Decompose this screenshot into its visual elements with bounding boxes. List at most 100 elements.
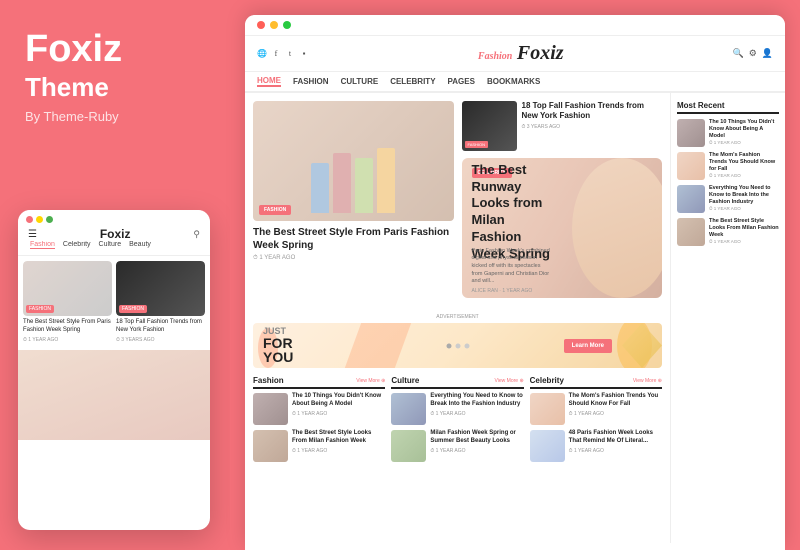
- sidebar-info-1: The 10 Things You Didn't Know About Bein…: [709, 119, 779, 147]
- mobile-dot-yellow: [36, 216, 43, 223]
- desktop-dot-red: [257, 21, 265, 29]
- desktop-logo-sub: Fashion: [478, 51, 512, 62]
- featured-tag: FASHION: [259, 205, 291, 215]
- section-fashion-title-2: The Best Street Style Looks From Milan F…: [292, 430, 385, 446]
- section-fashion-more[interactable]: View More ⊕: [356, 378, 385, 384]
- menu-home[interactable]: HOME: [257, 76, 281, 87]
- user-icon[interactable]: 👤: [762, 48, 773, 59]
- search-icon[interactable]: 🔍: [732, 48, 743, 59]
- sidebar-item-date-4: ⏱ 1 YEAR AGO: [709, 239, 779, 244]
- menu-celebrity[interactable]: CELEBRITY: [390, 77, 435, 86]
- globe-icon: 🌐: [257, 49, 267, 58]
- section-celebrity-info-1: The Mom's Fashion Trends You Should Know…: [569, 393, 662, 425]
- section-fashion-info-2: The Best Street Style Looks From Milan F…: [292, 430, 385, 462]
- mobile-content: FASHION The Best Street Style From Paris…: [18, 256, 210, 348]
- twitter-icon[interactable]: t: [285, 49, 295, 58]
- section-fashion-header: Fashion View More ⊕: [253, 376, 385, 389]
- desktop-social-icons: 🌐 f t ▪: [257, 49, 309, 58]
- ad-banner-text: JUST FOR YOU: [263, 327, 293, 364]
- right-panel: 🌐 f t ▪ Fashion Foxiz 🔍 ⚙ 👤 HOME FASHION…: [230, 0, 800, 550]
- sidebar-img-3: [677, 185, 705, 213]
- featured-right: FASHION 18 Top Fall Fashion Trends from …: [462, 101, 663, 306]
- mobile-card-1-title: The Best Street Style From Paris Fashion…: [23, 319, 112, 335]
- mobile-hamburger-icon[interactable]: ☰: [28, 229, 37, 240]
- mobile-nav-fashion[interactable]: Fashion: [30, 241, 55, 249]
- ad-label: ADVERTISEMENT: [253, 314, 662, 320]
- desktop-nav-actions: 🔍 ⚙ 👤: [732, 48, 773, 59]
- section-fashion-title-1: The 10 Things You Didn't Know About Bein…: [292, 393, 385, 409]
- section-celebrity-title-2: 48 Paris Fashion Week Looks That Remind …: [569, 430, 662, 446]
- mobile-card-1-date: ⏱ 1 YEAR AGO: [23, 337, 112, 343]
- sidebar-item-1: The 10 Things You Didn't Know About Bein…: [677, 119, 779, 147]
- secondary-date-1: ⏱ 3 YEARS AGO: [522, 124, 663, 130]
- desktop-nav: 🌐 f t ▪ Fashion Foxiz 🔍 ⚙ 👤: [245, 36, 785, 72]
- sidebar-item-title-4: The Best Street Style Looks From Milan F…: [709, 218, 779, 239]
- mobile-card-2-date: ⏱ 3 YEARS AGO: [116, 337, 205, 343]
- secondary-info-1: 18 Top Fall Fashion Trends from New York…: [522, 101, 663, 151]
- menu-pages[interactable]: PAGES: [448, 77, 475, 86]
- section-culture-title-1: Everything You Need to Know to Break Int…: [430, 393, 523, 409]
- section-culture-article-1: Everything You Need to Know to Break Int…: [391, 393, 523, 425]
- bottom-sections: Fashion View More ⊕ The 10 Things You Di…: [253, 376, 662, 467]
- desktop-menu-bar: HOME FASHION CULTURE CELEBRITY PAGES BOO…: [245, 72, 785, 93]
- sidebar-title: Most Recent: [677, 101, 779, 114]
- secondary-img-1: FASHION: [462, 101, 517, 151]
- sidebar-item-date-2: ⏱ 1 YEAR AGO: [709, 173, 779, 178]
- section-celebrity-date-1: ⏱ 1 YEAR AGO: [569, 411, 662, 417]
- brand-by: By Theme-Ruby: [25, 109, 119, 124]
- section-celebrity-more[interactable]: View More ⊕: [633, 378, 662, 384]
- ad-banner: JUST FOR YOU Learn More: [253, 323, 662, 368]
- section-culture-article-2: Milan Fashion Week Spring or Summer Best…: [391, 430, 523, 462]
- mobile-window-controls: [26, 216, 53, 223]
- mobile-dot-green: [46, 216, 53, 223]
- mobile-card-1-tag: FASHION: [26, 305, 54, 313]
- section-fashion-title: Fashion: [253, 376, 284, 385]
- settings-icon[interactable]: ⚙: [749, 48, 757, 59]
- sidebar-img-1: [677, 119, 705, 147]
- mobile-nav-celebrity[interactable]: Celebrity: [63, 241, 91, 249]
- section-fashion-img-2: [253, 430, 288, 462]
- section-celebrity-info-2: 48 Paris Fashion Week Looks That Remind …: [569, 430, 662, 462]
- sidebar-item-title-2: The Mom's Fashion Trends You Should Know…: [709, 152, 779, 173]
- section-fashion-date-1: ⏱ 1 YEAR AGO: [292, 411, 385, 417]
- desktop-dot-yellow: [270, 21, 278, 29]
- section-culture-img-2: [391, 430, 426, 462]
- section-fashion-info-1: The 10 Things You Didn't Know About Bein…: [292, 393, 385, 425]
- section-fashion: Fashion View More ⊕ The 10 Things You Di…: [253, 376, 385, 467]
- sidebar-info-3: Everything You Need to Know to Break Int…: [709, 185, 779, 213]
- section-culture: Culture View More ⊕ Everything You Need …: [391, 376, 523, 467]
- desktop-dot-green: [283, 21, 291, 29]
- hero-author: ALICE RAN · 1 YEAR AGO: [472, 288, 533, 294]
- sidebar-item-4: The Best Street Style Looks From Milan F…: [677, 218, 779, 246]
- mobile-nav-beauty[interactable]: Beauty: [129, 241, 151, 249]
- mobile-dot-red: [26, 216, 33, 223]
- desktop-logo: Fashion Foxiz: [315, 42, 726, 65]
- sidebar-img-2: [677, 152, 705, 180]
- secondary-title-1: 18 Top Fall Fashion Trends from New York…: [522, 101, 663, 122]
- mobile-card-1-img: FASHION: [23, 261, 112, 316]
- featured-left: FASHION The Best Street Style From Paris…: [253, 101, 454, 306]
- sidebar-item-title-1: The 10 Things You Didn't Know About Bein…: [709, 119, 779, 140]
- menu-culture[interactable]: CULTURE: [341, 77, 379, 86]
- menu-fashion[interactable]: FASHION: [293, 77, 329, 86]
- menu-bookmarks[interactable]: BOOKMARKS: [487, 77, 540, 86]
- instagram-icon[interactable]: ▪: [299, 49, 309, 58]
- section-celebrity-img-1: [530, 393, 565, 425]
- secondary-article-1: FASHION 18 Top Fall Fashion Trends from …: [462, 101, 663, 151]
- facebook-icon[interactable]: f: [271, 49, 281, 58]
- section-culture-date-1: ⏱ 1 YEAR AGO: [430, 411, 523, 417]
- ad-learn-more-button[interactable]: Learn More: [564, 339, 612, 353]
- section-celebrity-article-1: The Mom's Fashion Trends You Should Know…: [530, 393, 662, 425]
- featured-date: ⏱ 1 YEAR AGO: [253, 255, 454, 262]
- hero-article: CELEBRITY The Best Runway Looks from Mil…: [462, 158, 663, 298]
- section-fashion-img-1: [253, 393, 288, 425]
- section-celebrity-date-2: ⏱ 1 YEAR AGO: [569, 448, 662, 454]
- mobile-card-2: FASHION 18 Top Fall Fashion Trends from …: [116, 261, 205, 343]
- section-culture-more[interactable]: View More ⊕: [495, 378, 524, 384]
- sidebar-img-4: [677, 218, 705, 246]
- mobile-nav-culture[interactable]: Culture: [99, 241, 122, 249]
- mobile-search-icon[interactable]: ⚲: [193, 229, 200, 240]
- section-fashion-article-1: The 10 Things You Didn't Know About Bein…: [253, 393, 385, 425]
- left-panel: Foxiz Theme By Theme-Ruby ☰ Foxiz ⚲ Fash…: [0, 0, 230, 550]
- mobile-header: ☰ Foxiz ⚲ Fashion Celebrity Culture Beau…: [18, 210, 210, 256]
